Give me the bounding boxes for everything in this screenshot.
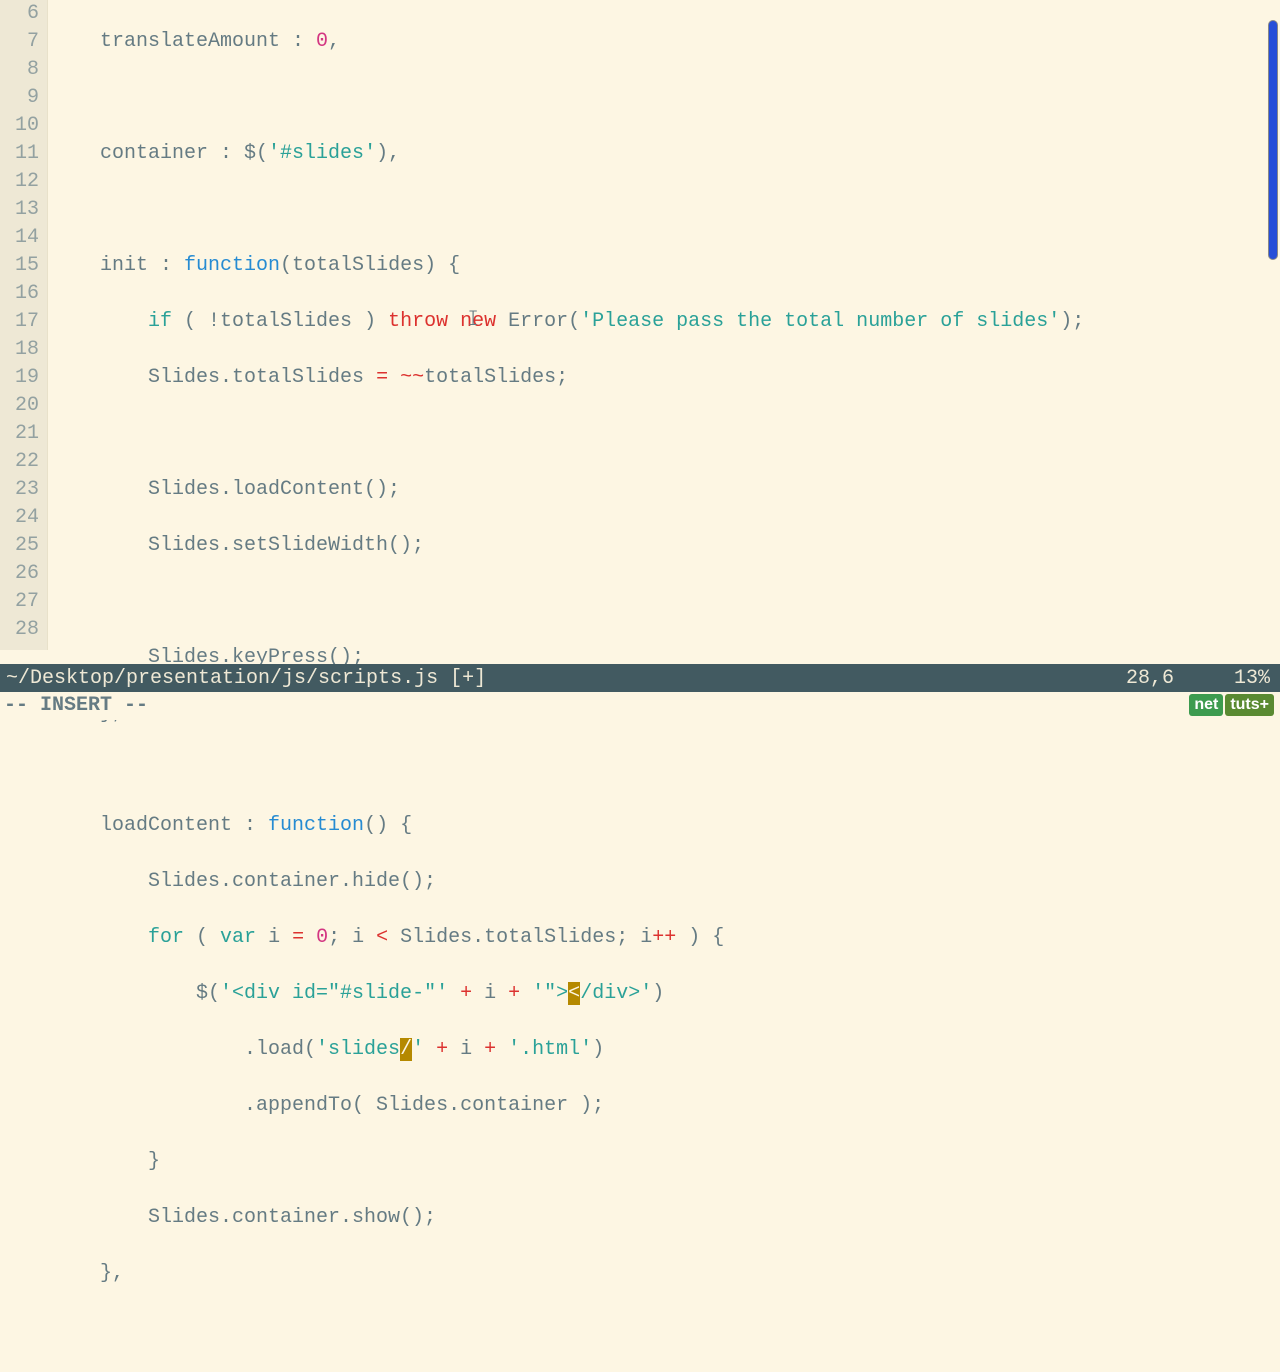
scroll-percent: 13% xyxy=(1234,667,1270,690)
line-number-gutter: 678 91011 121314 151617 181920 212223 24… xyxy=(0,0,48,650)
file-path: ~/Desktop/presentation/js/scripts.js [+] xyxy=(6,667,1126,690)
highlight-marker: < xyxy=(568,982,580,1005)
vertical-scrollbar[interactable] xyxy=(1268,20,1278,260)
highlight-marker: / xyxy=(400,1038,412,1061)
text-cursor: ꕯ xyxy=(468,307,478,335)
code-editor[interactable]: 678 91011 121314 151617 181920 212223 24… xyxy=(0,0,1280,650)
status-bar: ~/Desktop/presentation/js/scripts.js [+]… xyxy=(0,664,1280,692)
nettuts-logo: net tuts+ xyxy=(1189,694,1274,716)
code-area[interactable]: translateAmount : 0, container : $('#sli… xyxy=(48,0,1280,650)
cursor-position: 28,6 xyxy=(1126,667,1174,690)
vim-mode-indicator: -- INSERT -- xyxy=(0,692,1280,720)
